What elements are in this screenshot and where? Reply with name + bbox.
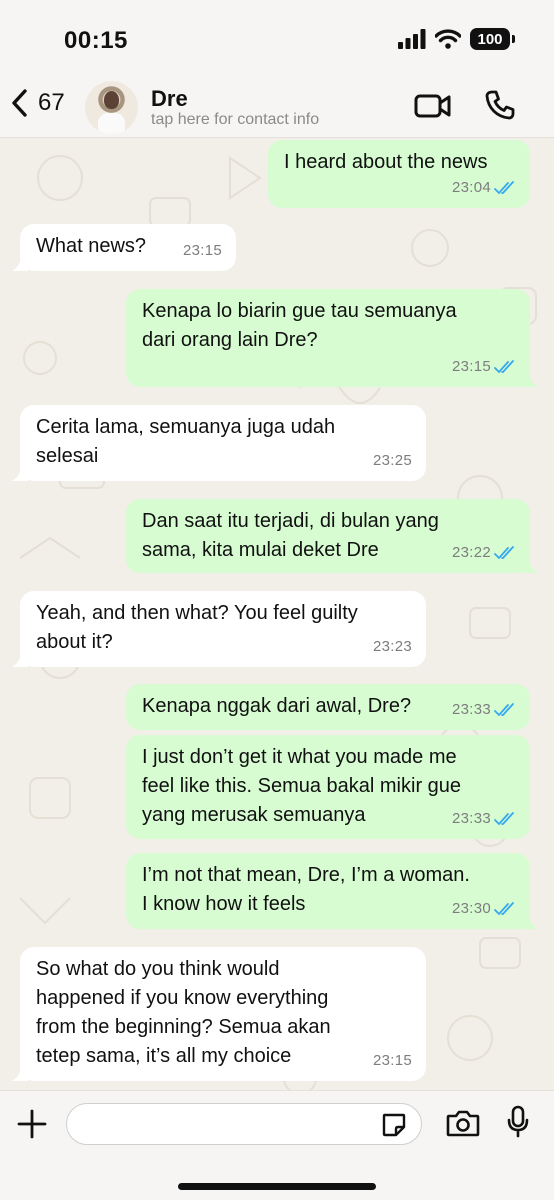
message-text: Cerita lama, semuanya juga udah selesai	[36, 416, 336, 467]
back-button[interactable]: 67	[10, 88, 65, 118]
chat-header: 00:15 100 67 Dre tap here for contact in…	[0, 0, 554, 138]
sticker-icon[interactable]	[381, 1112, 407, 1138]
message-bubble-outgoing[interactable]: Kenapa nggak dari awal, Dre? 23:33	[126, 684, 530, 730]
message-bubble-outgoing[interactable]: I heard about the news 23:04	[268, 140, 530, 208]
message-time: 23:33	[451, 701, 491, 718]
contact-name[interactable]: Dre	[151, 86, 188, 112]
message-time: 23:30	[451, 900, 491, 917]
read-receipt-icon	[494, 359, 514, 373]
message-time: 23:04	[451, 179, 491, 196]
battery-indicator: 100	[470, 28, 515, 50]
message-text: So what do you think would happened if y…	[36, 958, 331, 1067]
message-text: Yeah, and then what? You feel guilty abo…	[36, 602, 358, 653]
message-bubble-outgoing[interactable]: Dan saat itu terjadi, di bulan yang sama…	[126, 499, 538, 573]
message-bubble-incoming[interactable]: Yeah, and then what? You feel guilty abo…	[12, 591, 426, 667]
message-time: 23:23	[372, 638, 412, 655]
message-bubble-incoming[interactable]: So what do you think would happened if y…	[12, 947, 426, 1081]
message-time: 23:33	[451, 810, 491, 827]
wifi-icon	[435, 29, 461, 49]
home-indicator[interactable]	[178, 1183, 376, 1190]
contact-avatar[interactable]	[85, 81, 138, 134]
message-list[interactable]: I heard about the news 23:04 What news? …	[0, 138, 554, 1090]
read-receipt-icon	[494, 901, 514, 915]
message-time: 23:22	[451, 544, 491, 561]
camera-icon[interactable]	[446, 1109, 480, 1137]
message-bubble-outgoing[interactable]: Kenapa lo biarin gue tau semuanya dari o…	[126, 289, 538, 387]
plus-icon[interactable]	[17, 1109, 47, 1139]
video-call-icon[interactable]	[414, 92, 452, 120]
unread-count: 67	[38, 89, 65, 116]
message-time: 23:25	[372, 452, 412, 469]
compose-bar	[0, 1090, 554, 1200]
message-text: Kenapa lo biarin gue tau semuanya dari o…	[142, 300, 457, 351]
message-time: 23:15	[182, 242, 222, 259]
message-bubble-outgoing[interactable]: I’m not that mean, Dre, I’m a woman. I k…	[126, 853, 538, 929]
message-input[interactable]	[66, 1103, 422, 1145]
status-indicators: 100	[398, 28, 515, 50]
read-receipt-icon	[494, 702, 514, 716]
message-time: 23:15	[372, 1052, 412, 1069]
back-chevron-icon	[12, 89, 27, 117]
phone-icon[interactable]	[484, 89, 516, 121]
message-bubble-incoming[interactable]: Cerita lama, semuanya juga udah selesai …	[12, 405, 426, 481]
message-bubble-outgoing[interactable]: I just don’t get it what you made me fee…	[126, 735, 530, 839]
microphone-icon[interactable]	[506, 1105, 530, 1139]
read-receipt-icon	[494, 811, 514, 825]
read-receipt-icon	[494, 545, 514, 559]
message-bubble-incoming[interactable]: What news? 23:15	[12, 224, 236, 271]
contact-info-hint[interactable]: tap here for contact info	[151, 111, 319, 129]
read-receipt-icon	[494, 180, 514, 194]
status-time: 00:15	[64, 27, 128, 54]
message-time: 23:15	[451, 358, 491, 375]
signal-icon	[398, 29, 426, 49]
